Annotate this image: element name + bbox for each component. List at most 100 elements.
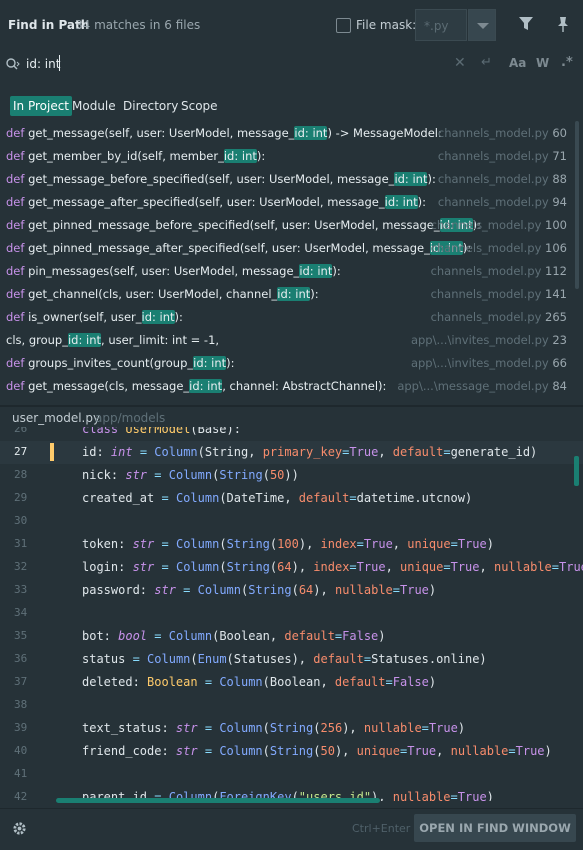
result-file: channels_model.py 112 xyxy=(430,264,567,278)
code-text: id: int = Column(String, primary_key=Tru… xyxy=(82,445,538,459)
result-row[interactable]: def groups_invites_count(group_id: int):… xyxy=(0,351,575,374)
code-line[interactable]: 28 nick: str = Column(String(50)) xyxy=(0,464,583,487)
code-text: created_at = Column(DateTime, default=da… xyxy=(82,491,473,505)
code-line[interactable]: 35 bot: bool = Column(Boolean, default=Fa… xyxy=(0,625,583,648)
whole-words-toggle[interactable]: W xyxy=(536,56,549,70)
result-code: cls, group_id: int, user_limit: int = -1… xyxy=(6,333,220,347)
result-code: def get_message(cls, message_id: int, ch… xyxy=(6,379,387,393)
code-line[interactable]: 31 token: str = Column(String(100), index… xyxy=(0,533,583,556)
search-icon[interactable] xyxy=(6,58,20,70)
result-row[interactable]: cls, group_id: int, user_limit: int = -1… xyxy=(0,328,575,351)
regex-toggle[interactable]: .* xyxy=(561,55,573,70)
editor-scrollbar[interactable] xyxy=(574,456,579,486)
result-row[interactable]: def get_pinned_message_after_specified(s… xyxy=(0,236,575,259)
match-highlight: id: int xyxy=(294,126,328,140)
line-number: 33 xyxy=(14,583,28,596)
result-file: channels_model.py 106 xyxy=(430,241,567,255)
file-mask-checkbox[interactable] xyxy=(336,18,351,33)
code-line[interactable]: 33 password: str = Column(String(64), nul… xyxy=(0,579,583,602)
result-code: def get_channel(cls, user: UserModel, ch… xyxy=(6,287,319,301)
code-text: bot: bool = Column(Boolean, default=Fals… xyxy=(82,629,386,643)
results-scrollbar[interactable] xyxy=(575,121,579,289)
code-line[interactable]: 26 class UserModel(Base): xyxy=(0,427,583,441)
code-line[interactable]: 37 deleted: Boolean = Column(Boolean, def… xyxy=(0,671,583,694)
code-text: deleted: Boolean = Column(Boolean, defau… xyxy=(82,675,437,689)
preview-file-path: app/models xyxy=(95,411,166,425)
line-number: 37 xyxy=(14,675,28,688)
match-highlight: id: int xyxy=(193,356,227,370)
result-code: def groups_invites_count(group_id: int): xyxy=(6,356,235,370)
result-row[interactable]: def get_message(self, user: UserModel, m… xyxy=(0,121,575,144)
result-code: def is_owner(self, user_id: int): xyxy=(6,310,183,324)
code-line[interactable]: 27 id: int = Column(String, primary_key=T… xyxy=(0,441,583,464)
result-code: def get_message(self, user: UserModel, m… xyxy=(6,126,442,140)
gear-icon[interactable] xyxy=(12,821,27,836)
filter-icon[interactable] xyxy=(519,17,533,31)
match-highlight: id: int xyxy=(299,264,333,278)
match-count: 34 matches in 6 files xyxy=(75,18,201,32)
code-line[interactable]: 34 xyxy=(0,602,583,625)
line-number: 38 xyxy=(14,698,28,711)
result-row[interactable]: def get_message_after_specified(self, us… xyxy=(0,190,575,213)
clear-icon[interactable]: ✕ xyxy=(454,55,466,71)
code-text: class UserModel(Base): xyxy=(82,427,241,436)
result-row[interactable]: def get_pinned_message_before_specified(… xyxy=(0,213,575,236)
code-line[interactable]: 40 friend_code: str = Column(String(50), … xyxy=(0,740,583,763)
result-row[interactable]: def get_channel(cls, user: UserModel, ch… xyxy=(0,282,575,305)
preview-file-name: user_model.py xyxy=(12,411,101,425)
pin-icon[interactable] xyxy=(556,16,570,32)
result-row[interactable]: def get_message_before_specified(self, u… xyxy=(0,167,575,190)
code-text: password: str = Column(String(64), nulla… xyxy=(82,583,437,597)
result-file: app\...\message_model.py 84 xyxy=(397,379,567,393)
match-case-toggle[interactable]: Aa xyxy=(509,56,526,70)
open-in-find-window-button[interactable]: OPEN IN FIND WINDOW xyxy=(414,814,576,842)
match-highlight: id: int xyxy=(277,287,311,301)
file-mask-input[interactable]: *.py xyxy=(415,9,467,41)
result-file: channels_model.py 141 xyxy=(430,287,567,301)
result-row[interactable]: def get_member_by_id(self, member_id: in… xyxy=(0,144,575,167)
tab-in-project[interactable]: In Project xyxy=(10,96,73,116)
results-list: def get_message(self, user: UserModel, m… xyxy=(0,121,583,405)
find-header: Find in Path 34 matches in 6 files File … xyxy=(0,0,583,50)
code-text: token: str = Column(String(100), index=T… xyxy=(82,537,494,551)
code-line[interactable]: 41 xyxy=(0,763,583,786)
code-line[interactable]: 39 text_status: str = Column(String(256),… xyxy=(0,717,583,740)
tab-scope[interactable]: Scope xyxy=(181,99,218,113)
line-number: 32 xyxy=(14,560,28,573)
match-highlight: id: int xyxy=(394,172,428,186)
tab-module[interactable]: Module xyxy=(72,99,116,113)
result-file: channels_model.py 60 xyxy=(437,126,567,140)
line-number: 40 xyxy=(14,744,28,757)
gutter-change-marker xyxy=(50,443,54,461)
code-line[interactable]: 36 status = Column(Enum(Statuses), defaul… xyxy=(0,648,583,671)
code-line[interactable]: 30 xyxy=(0,510,583,533)
code-text: nick: str = Column(String(50)) xyxy=(82,468,299,482)
line-number: 39 xyxy=(14,721,28,734)
result-row[interactable]: def pin_messages(self, user: UserModel, … xyxy=(0,259,575,282)
result-code: def get_message_after_specified(self, us… xyxy=(6,195,427,209)
result-row[interactable]: def get_message(cls, message_id: int, ch… xyxy=(0,374,575,397)
result-code: def pin_messages(self, user: UserModel, … xyxy=(6,264,341,278)
line-number: 41 xyxy=(14,767,28,780)
file-mask-label[interactable]: File mask: xyxy=(356,18,416,32)
code-line[interactable]: 32 login: str = Column(String(64), index=… xyxy=(0,556,583,579)
match-highlight: id: int xyxy=(189,379,223,393)
code-text: login: str = Column(String(64), index=Tr… xyxy=(82,560,583,574)
result-file: app\...\invites_model.py 66 xyxy=(410,356,567,370)
code-line[interactable]: 29 created_at = Column(DateTime, default=… xyxy=(0,487,583,510)
search-input[interactable]: id: int xyxy=(26,57,60,71)
match-highlight: id: int xyxy=(223,149,257,163)
result-code: def get_message_before_specified(self, u… xyxy=(6,172,436,186)
new-line-icon[interactable]: ↵ xyxy=(481,55,492,70)
result-row[interactable]: def is_owner(self, user_id: int): channel… xyxy=(0,305,575,328)
tab-directory[interactable]: Directory xyxy=(123,99,178,113)
code-preview[interactable]: 26 class UserModel(Base): 27 id: int = Colu… xyxy=(0,427,583,801)
result-code: def get_pinned_message_before_specified(… xyxy=(6,218,482,232)
code-text: friend_code: str = Column(String(50), un… xyxy=(82,744,552,758)
result-file: channels_model.py 71 xyxy=(437,149,567,163)
horizontal-scrollbar[interactable] xyxy=(56,798,380,803)
code-line[interactable]: 38 xyxy=(0,694,583,717)
result-code: def get_pinned_message_after_specified(s… xyxy=(6,241,472,255)
file-mask-dropdown[interactable] xyxy=(468,9,496,41)
line-number: 27 xyxy=(14,445,28,458)
